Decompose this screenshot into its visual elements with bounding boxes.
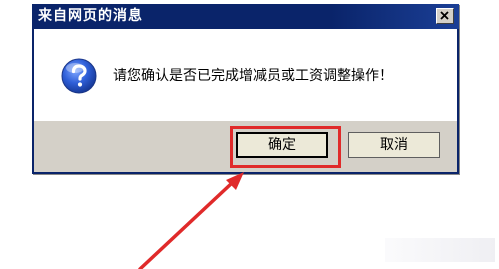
arrow-annotation <box>138 172 244 269</box>
watermark-blur <box>385 238 495 262</box>
screenshot-stage: 来自网页的消息 请您确认是否已完成增减员或工资调整操作！ 确定 取消 <box>0 0 499 269</box>
